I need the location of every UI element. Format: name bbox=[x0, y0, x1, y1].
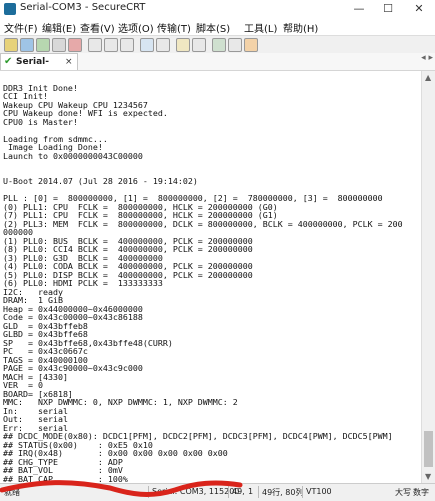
status-divider bbox=[302, 486, 303, 498]
menu-file[interactable]: 文件(F) bbox=[4, 20, 38, 35]
scroll-up-icon[interactable]: ▲ bbox=[425, 73, 431, 82]
menu-edit[interactable]: 编辑(E) bbox=[42, 20, 76, 35]
connected-check-icon: ✔ bbox=[4, 56, 13, 67]
global-options-icon[interactable] bbox=[192, 38, 206, 52]
vertical-scrollbar[interactable]: ▲ ▼ bbox=[421, 71, 435, 483]
menu-transfer[interactable]: 传输(T) bbox=[157, 20, 191, 35]
tab-scroll-arrows-icon[interactable]: ◂ ▸ bbox=[421, 53, 433, 63]
settings-icon[interactable] bbox=[156, 38, 170, 52]
securecrt-app-icon bbox=[4, 3, 16, 15]
status-size: 49行, 80列 bbox=[262, 488, 304, 497]
status-divider bbox=[258, 486, 259, 498]
terminal-line: (2) PLL3: MEM FCLK = 800000000, DCLK = 8… bbox=[3, 218, 403, 229]
status-row: 49, bbox=[232, 487, 245, 496]
terminal-line: CPU0 is Master! bbox=[3, 116, 78, 127]
title-bar: Serial-COM3 - SecureCRT — ☐ ✕ bbox=[0, 0, 435, 19]
status-divider bbox=[228, 486, 229, 498]
window-title: Serial-COM3 - SecureCRT bbox=[20, 2, 146, 13]
reconnect-icon[interactable] bbox=[52, 38, 66, 52]
quick-connect-icon[interactable] bbox=[20, 38, 34, 52]
status-divider bbox=[148, 486, 149, 498]
terminal-output[interactable]: DDR3 Init Done! CCI Init! Wakeup CPU Wakeu… bbox=[0, 71, 421, 483]
status-col: 1 bbox=[248, 487, 254, 496]
connect-icon[interactable] bbox=[4, 38, 18, 52]
keymap-icon[interactable] bbox=[228, 38, 242, 52]
terminal-line: U-Boot 2014.07 (Jul 28 2016 - 19:14:02) bbox=[3, 176, 198, 186]
find-icon[interactable] bbox=[120, 38, 134, 52]
menu-tools[interactable]: 工具(L) bbox=[244, 20, 277, 35]
status-num: 数字 bbox=[413, 488, 429, 497]
status-ready: 就绪 bbox=[4, 488, 20, 497]
session-options-icon[interactable] bbox=[176, 38, 190, 52]
close-button[interactable]: ✕ bbox=[405, 0, 433, 18]
menu-script[interactable]: 脚本(S) bbox=[196, 20, 230, 35]
minimize-button[interactable]: — bbox=[345, 0, 373, 18]
status-bar: 就绪 Serial: COM3, 115200 49, 1 49行, 80列 V… bbox=[0, 483, 435, 501]
connect-tab-icon[interactable] bbox=[36, 38, 50, 52]
menu-bar: 文件(F) 编辑(E) 查看(V) 选项(O) 传输(T) 脚本(S) 工具(L… bbox=[0, 18, 435, 35]
disconnect-icon[interactable] bbox=[68, 38, 82, 52]
session-tab-bar: ✔ Serial-COM3 × ◂ ▸ bbox=[0, 53, 435, 83]
status-caps: 大写 bbox=[395, 488, 411, 497]
scroll-down-icon[interactable]: ▼ bbox=[425, 472, 431, 481]
sftp-icon[interactable] bbox=[212, 38, 226, 52]
status-port: Serial: COM3, 115200 bbox=[152, 487, 240, 496]
copy-icon[interactable] bbox=[88, 38, 102, 52]
scroll-thumb[interactable] bbox=[424, 431, 433, 467]
terminal-line: ## BAT_CAP : 100% bbox=[3, 473, 128, 484]
menu-options[interactable]: 选项(O) bbox=[118, 20, 154, 35]
toolbar bbox=[0, 35, 435, 54]
paste-icon[interactable] bbox=[104, 38, 118, 52]
menu-view[interactable]: 查看(V) bbox=[80, 20, 115, 35]
help-icon[interactable] bbox=[244, 38, 258, 52]
print-icon[interactable] bbox=[140, 38, 154, 52]
menu-help[interactable]: 帮助(H) bbox=[283, 20, 318, 35]
tab-close-icon[interactable]: × bbox=[65, 54, 73, 70]
status-terminal-type: VT100 bbox=[306, 487, 332, 496]
terminal-line: Launch to 0x0000000043C00000 bbox=[3, 150, 143, 161]
tab-serial-com3[interactable]: ✔ Serial-COM3 × bbox=[0, 53, 78, 83]
maximize-button[interactable]: ☐ bbox=[374, 0, 402, 18]
